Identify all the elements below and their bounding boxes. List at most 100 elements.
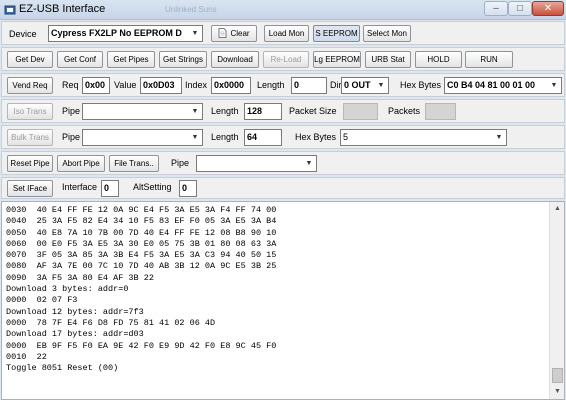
chevron-down-icon: ▼: [191, 134, 199, 141]
chevron-down-icon: ▼: [495, 134, 503, 141]
minimize-button[interactable]: –: [484, 1, 508, 16]
hold-button[interactable]: HOLD: [415, 51, 462, 68]
set-iface-button[interactable]: Set IFace: [7, 180, 53, 197]
run-button[interactable]: RUN: [465, 51, 513, 68]
title-bar: EZ-USB Interface Unlinked Suns – □ ✕: [0, 0, 566, 20]
length-label: Length: [211, 106, 239, 116]
urb-stat-button[interactable]: URB Stat: [365, 51, 411, 68]
file-trans-button[interactable]: File Trans..: [109, 155, 159, 172]
vendor-request-row: Vend Req Req 0x00 Value 0x0D03 Index 0x0…: [1, 73, 565, 97]
output-log: 0030 40 E4 FF FE 12 0A 9C E4 F5 3A E5 3A…: [6, 205, 546, 397]
altsetting-label: AltSetting: [133, 182, 172, 192]
packet-size-label: Packet Size: [289, 106, 337, 116]
get-conf-button[interactable]: Get Conf: [57, 51, 103, 68]
app-icon: [4, 5, 16, 15]
command-row: Get Dev Get Conf Get Pipes Get Strings D…: [1, 47, 565, 71]
device-row: Device Cypress FX2LP No EEPROM D ▼ Clear…: [1, 21, 565, 45]
window-title: EZ-USB Interface: [19, 3, 106, 15]
chevron-down-icon: ▼: [191, 30, 199, 37]
reload-button[interactable]: Re-Load: [263, 51, 309, 68]
bulk-length-input[interactable]: 64: [244, 129, 282, 146]
select-mon-button[interactable]: Select Mon: [363, 25, 411, 42]
dir-select-value: 0 OUT: [344, 80, 371, 90]
log-line: 0000 EB 9F F5 F0 EA 9E 42 F0 E9 9D 42 F0…: [6, 340, 277, 351]
chevron-down-icon: ▼: [377, 82, 385, 89]
length-label: Length: [211, 132, 239, 142]
bulk-hex-bytes-combo[interactable]: 5 ▼: [340, 129, 507, 146]
log-line: Download 3 bytes: addr=0: [6, 284, 129, 295]
log-line: 0060 00 E0 F5 3A E5 3A 30 E0 05 75 3B 01…: [6, 238, 277, 249]
iso-length-input[interactable]: 128: [244, 103, 282, 120]
bulk-transfer-row: Bulk Trans Pipe ▼ Length 64 Hex Bytes 5 …: [1, 125, 565, 149]
device-select[interactable]: Cypress FX2LP No EEPROM D ▼: [48, 25, 203, 42]
packet-size-input[interactable]: [343, 103, 378, 120]
pipe-label: Pipe: [62, 132, 81, 142]
log-line: 0050 40 E8 7A 10 7B 00 7D 40 E4 FF FE 12…: [6, 227, 277, 238]
device-label: Device: [9, 29, 37, 39]
page-icon: [219, 28, 227, 38]
interface-label: Interface: [62, 182, 98, 192]
hex-bytes-label: Hex Bytes: [295, 132, 337, 142]
log-scrollbar[interactable]: ▲ ▼: [549, 202, 564, 399]
interface-row: Set IFace Interface 0 AltSetting 0: [1, 177, 565, 199]
packets-label: Packets: [388, 106, 421, 116]
abort-pipe-button[interactable]: Abort Pipe: [57, 155, 105, 172]
length-label: Length: [257, 80, 285, 90]
download-button[interactable]: Download: [211, 51, 259, 68]
pipe-control-row: Reset Pipe Abort Pipe File Trans.. Pipe …: [1, 151, 565, 175]
dir-label: Dir: [330, 80, 342, 90]
scroll-down-icon[interactable]: ▼: [550, 385, 565, 399]
get-strings-button[interactable]: Get Strings: [159, 51, 207, 68]
req-label: Req: [62, 80, 79, 90]
index-label: Index: [185, 80, 208, 90]
maximize-button[interactable]: □: [508, 1, 532, 16]
device-select-value: Cypress FX2LP No EEPROM D: [51, 28, 182, 38]
interface-input[interactable]: 0: [101, 180, 119, 197]
clear-button[interactable]: Clear: [211, 25, 257, 42]
log-line: 0010 22: [6, 351, 47, 362]
iso-transfer-row: Iso Trans Pipe ▼ Length 128 Packet Size …: [1, 99, 565, 123]
dir-select[interactable]: 0 OUT ▼: [341, 77, 389, 94]
bulk-pipe-select[interactable]: ▼: [82, 129, 203, 146]
chevron-down-icon: ▼: [191, 108, 199, 115]
vend-req-button[interactable]: Vend Req: [7, 77, 53, 94]
pipe-label: Pipe: [171, 158, 190, 168]
altsetting-input[interactable]: 0: [179, 180, 197, 197]
get-dev-button[interactable]: Get Dev: [7, 51, 53, 68]
close-button[interactable]: ✕: [532, 1, 564, 16]
iso-pipe-select[interactable]: ▼: [82, 103, 203, 120]
get-pipes-button[interactable]: Get Pipes: [107, 51, 155, 68]
load-mon-button[interactable]: Load Mon: [264, 25, 309, 42]
scroll-thumb[interactable]: [552, 368, 563, 383]
clear-button-label: Clear: [230, 29, 250, 38]
value-input[interactable]: 0x0D03: [140, 77, 182, 94]
log-line: 0000 78 7F E4 F6 D8 FD 75 81 41 02 06 4D: [6, 317, 216, 328]
req-input[interactable]: 0x00: [82, 77, 110, 94]
value-label: Value: [114, 80, 137, 90]
log-line: 0040 25 3A F5 82 E4 34 10 F5 83 EF F0 05…: [6, 216, 277, 227]
s-eeprom-button[interactable]: S EEPROM: [313, 25, 360, 42]
pipe-label: Pipe: [62, 106, 81, 116]
log-line: Download 17 bytes: addr=d03: [6, 329, 144, 340]
output-log-panel[interactable]: 0030 40 E4 FF FE 12 0A 9C E4 F5 3A E5 3A…: [1, 201, 565, 400]
reset-pipe-button[interactable]: Reset Pipe: [7, 155, 53, 172]
iso-trans-button[interactable]: Iso Trans: [7, 103, 53, 120]
log-line: 0070 3F 05 3A 85 3A 3B E4 F5 3A E5 3A C3…: [6, 250, 277, 261]
bulk-trans-button[interactable]: Bulk Trans: [7, 129, 53, 146]
file-pipe-select[interactable]: ▼: [196, 155, 317, 172]
log-line: 0080 AF 3A 7E 00 7C 10 7D 40 AB 3B 12 0A…: [6, 261, 277, 272]
log-line: Download 12 bytes: addr=7f3: [6, 306, 144, 317]
log-line: 0000 02 07 F3: [6, 295, 78, 306]
packets-input[interactable]: [425, 103, 456, 120]
log-line: 0090 3A F5 3A 80 E4 AF 3B 22: [6, 272, 154, 283]
length-input[interactable]: 0: [291, 77, 327, 94]
lg-eeprom-button[interactable]: Lg EEPROM: [313, 51, 361, 68]
scroll-up-icon[interactable]: ▲: [550, 202, 565, 216]
chevron-down-icon: ▼: [550, 82, 558, 89]
index-input[interactable]: 0x0000: [211, 77, 251, 94]
hex-bytes-combo[interactable]: C0 B4 04 81 00 01 00 ▼: [444, 77, 562, 94]
log-line: 0030 40 E4 FF FE 12 0A 9C E4 F5 3A E5 3A…: [6, 205, 277, 215]
chevron-down-icon: ▼: [305, 160, 313, 167]
bulk-hex-bytes-value: 5: [343, 132, 349, 142]
log-line: Toggle 8051 Reset (00): [6, 363, 119, 374]
